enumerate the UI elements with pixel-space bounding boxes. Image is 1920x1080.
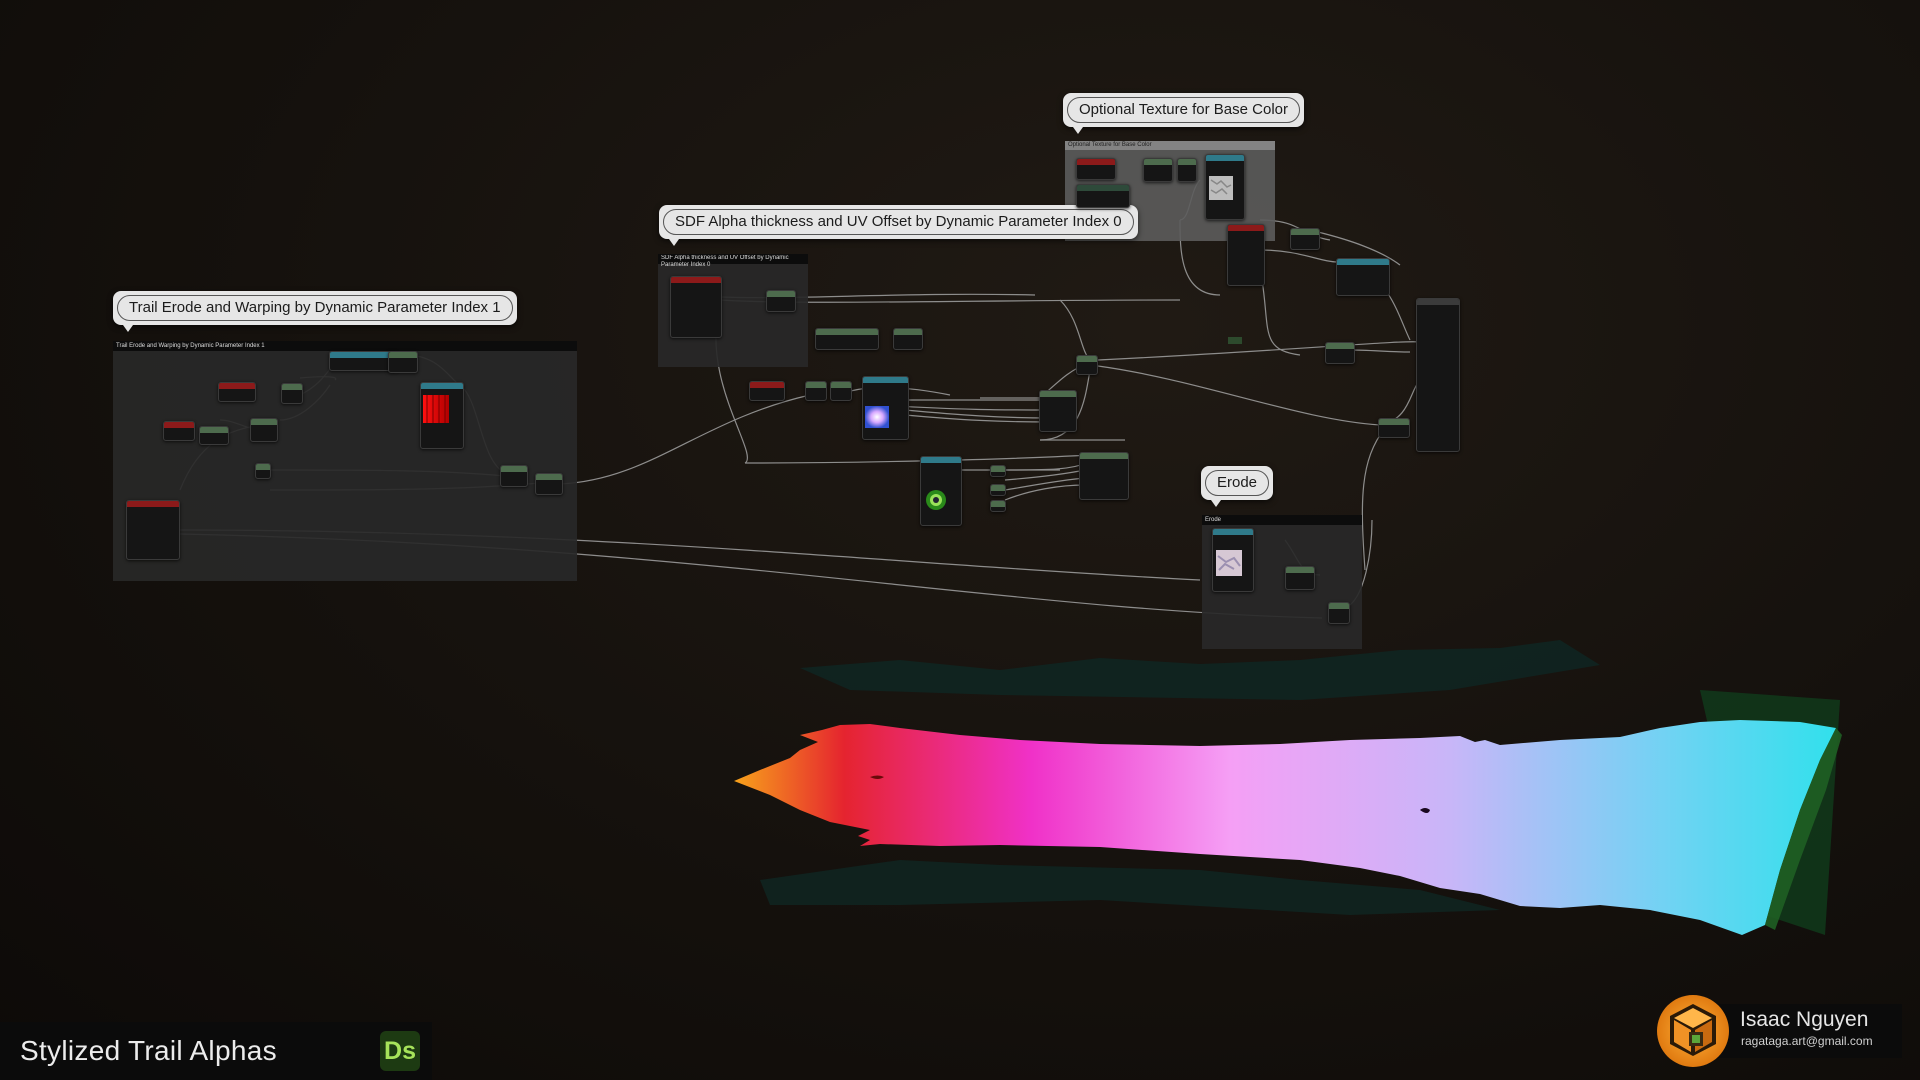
- comment-bubble-sdf-alpha[interactable]: SDF Alpha thickness and UV Offset by Dyn…: [659, 205, 1138, 246]
- bubble-tail: [669, 239, 679, 246]
- add-node[interactable]: [1177, 158, 1197, 182]
- artist-name: Isaac Nguyen: [1740, 1008, 1869, 1031]
- add-node[interactable]: [805, 381, 827, 401]
- dynamic-parameter-node[interactable]: [126, 500, 180, 560]
- multiply-node[interactable]: [1325, 342, 1355, 364]
- add-node[interactable]: [250, 418, 278, 442]
- artist-logo-icon: [1657, 995, 1729, 1067]
- comment-box-title: Trail Erode and Warping by Dynamic Param…: [116, 343, 265, 349]
- constant-node[interactable]: [1228, 337, 1242, 344]
- multiply-node[interactable]: [1143, 158, 1173, 182]
- component-mask-node[interactable]: [815, 328, 879, 350]
- multiply-node[interactable]: [1328, 602, 1350, 624]
- comment-bubble-label: Erode: [1205, 470, 1270, 496]
- texcoord-node[interactable]: [218, 382, 256, 402]
- texcoord-node[interactable]: [1076, 158, 1116, 180]
- multiply-node[interactable]: [199, 426, 229, 445]
- project-title: Stylized Trail Alphas: [20, 1035, 277, 1066]
- comment-box-trail-erode[interactable]: Trail Erode and Warping by Dynamic Param…: [113, 341, 577, 581]
- bubble-tail: [1211, 500, 1221, 507]
- multiply-node[interactable]: [1290, 228, 1320, 250]
- add-node[interactable]: [535, 473, 563, 495]
- comment-bubble-label: SDF Alpha thickness and UV Offset by Dyn…: [663, 209, 1134, 235]
- comment-bubble-erode[interactable]: Erode: [1201, 466, 1274, 507]
- bubble-tail: [1073, 127, 1083, 134]
- multiply-node[interactable]: [893, 328, 923, 350]
- comment-box-title: Erode: [1205, 517, 1222, 523]
- sdf-texture-sample-node[interactable]: [862, 376, 909, 440]
- noise-thumbnail: [1209, 176, 1233, 200]
- break-out-float-node[interactable]: [1079, 452, 1129, 500]
- constant-node[interactable]: [990, 465, 1006, 477]
- texture-sample-node[interactable]: [1212, 528, 1254, 592]
- texture-object-node[interactable]: [1076, 184, 1130, 208]
- subtract-node[interactable]: [1285, 566, 1315, 590]
- comment-box-title: Optional Texture for Base Color: [1068, 142, 1152, 148]
- artist-email: ragataga.art@gmail.com: [1741, 1034, 1873, 1048]
- bubble-tail: [123, 325, 133, 332]
- multiply-node[interactable]: [1378, 418, 1410, 438]
- green-burst-thumbnail: [926, 490, 946, 510]
- glow-thumbnail: [865, 406, 889, 428]
- substance-designer-icon: Ds: [380, 1031, 420, 1071]
- add-node[interactable]: [281, 383, 303, 404]
- append-node[interactable]: [388, 351, 418, 373]
- texcoord-node[interactable]: [749, 381, 785, 401]
- comment-bubble-trail-erode[interactable]: Trail Erode and Warping by Dynamic Param…: [113, 291, 517, 332]
- comment-box-title: SDF Alpha thickness and UV Offset by Dyn…: [661, 255, 789, 268]
- constant-node[interactable]: [990, 500, 1006, 512]
- artist-signature: Isaac Nguyen ragataga.art@gmail.com: [1656, 994, 1902, 1068]
- comment-bubble-label: Trail Erode and Warping by Dynamic Param…: [117, 295, 513, 321]
- add-node[interactable]: [830, 381, 852, 401]
- multiply-node[interactable]: [766, 290, 796, 312]
- multiply-node[interactable]: [1076, 355, 1098, 375]
- lerp-node[interactable]: [1039, 390, 1077, 432]
- texture-sample-node[interactable]: [420, 382, 464, 449]
- particle-color-node[interactable]: [1227, 224, 1265, 286]
- footer-title-bar: Stylized Trail Alphas Ds: [0, 1022, 432, 1080]
- constant-node[interactable]: [255, 463, 271, 479]
- texture-sample-node[interactable]: [1205, 154, 1245, 220]
- time-node[interactable]: [163, 421, 195, 441]
- constant-node[interactable]: [990, 484, 1006, 496]
- red-noise-thumbnail: [423, 395, 449, 423]
- material-output-node[interactable]: [1416, 298, 1460, 452]
- dynamic-parameter-node[interactable]: [670, 276, 722, 338]
- texture-sample-node[interactable]: [920, 456, 962, 526]
- erode-noise-thumbnail: [1216, 550, 1242, 576]
- comment-bubble-label: Optional Texture for Base Color: [1067, 97, 1300, 123]
- multiply-node[interactable]: [500, 465, 528, 487]
- comment-bubble-optional-texture[interactable]: Optional Texture for Base Color: [1063, 93, 1304, 134]
- function-call-node[interactable]: [1336, 258, 1390, 296]
- panner-node[interactable]: [329, 351, 397, 371]
